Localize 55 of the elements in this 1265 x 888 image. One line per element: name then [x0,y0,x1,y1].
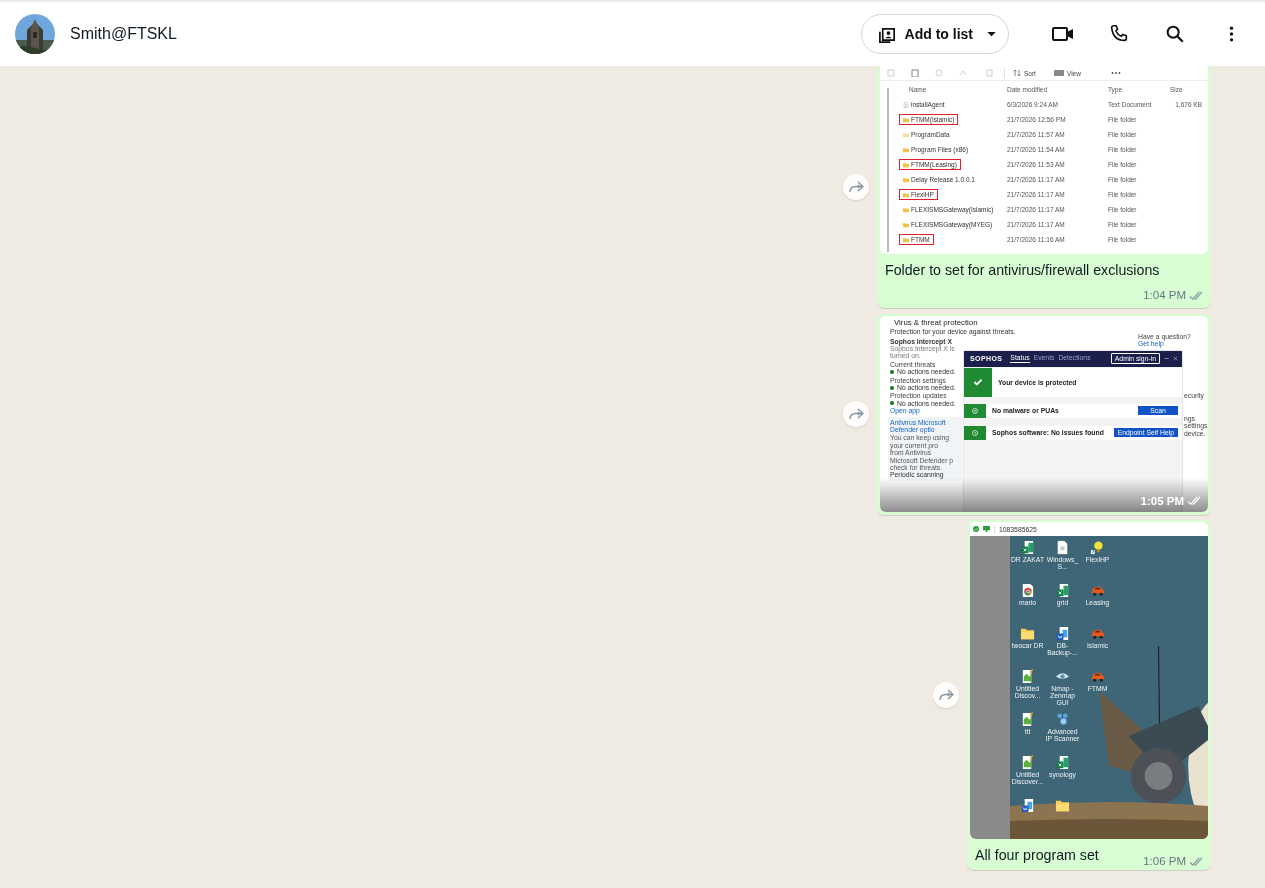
contact-name[interactable]: Smith@FTSKL [70,25,177,43]
forward-icon [938,689,954,701]
file-icon [1055,540,1070,555]
sort-icon [1013,69,1021,77]
spreadsheet-icon [1055,755,1070,770]
menu-icon [1228,25,1234,43]
check-circle-icon [973,526,979,532]
target-icon [971,406,979,415]
folder-icon [903,221,909,228]
minimize-icon [1164,356,1169,361]
monitor-icon [983,526,990,532]
folder-icon [903,176,909,183]
folder-icon [903,131,909,138]
forward-button[interactable] [843,401,869,427]
check-icon [972,376,984,388]
image-file-icon [1020,669,1035,684]
spreadsheet-icon [1020,540,1035,555]
folder-icon [1020,626,1035,641]
message-text: Folder to set for antivirus/firewall exclusions [885,261,1160,280]
folder-icon [903,161,909,168]
forward-button[interactable] [933,682,959,708]
close-icon [1173,356,1178,361]
folder-icon [903,146,909,153]
ok-status-icon [890,369,894,374]
message-text: All four program set [975,846,1099,865]
message-time: 1:04 PM [1143,288,1186,303]
text-file-icon [903,101,909,108]
search-icon [1164,23,1186,45]
more-icon [1110,71,1121,75]
forward-button[interactable] [843,174,869,200]
message-time: 1:06 PM [1143,854,1186,869]
folder-icon [903,191,909,198]
document-icon [1020,798,1035,813]
ok-status-icon [890,385,894,390]
double-check-icon [1189,290,1204,301]
message-time: 1:05 PM [1140,494,1184,507]
folder-icon [903,236,909,243]
caret-icon [987,31,996,37]
folder-icon [903,206,909,213]
network-scanner-icon [1055,712,1070,727]
image-file-icon [1020,712,1035,727]
forward-icon [848,408,864,420]
double-check-icon [1189,856,1204,867]
folder-icon [903,116,909,123]
lightbulb-icon [1090,540,1105,555]
view-icon [1053,69,1064,77]
double-check-icon [1187,495,1202,506]
forward-icon [848,181,864,193]
ok-status-icon [890,401,894,406]
spreadsheet-icon [1055,583,1070,598]
browser-icon [1020,583,1035,598]
add-to-list-button[interactable]: Add to list [860,14,1009,54]
document-icon [1055,626,1070,641]
folder-icon [1055,798,1070,813]
image-file-icon [1020,755,1035,770]
